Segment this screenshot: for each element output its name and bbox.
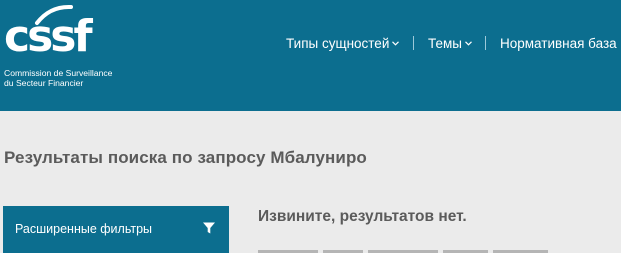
nav-item-label: Темы (428, 36, 462, 51)
page-title: Результаты поиска по запросу Мбалуниро (4, 148, 367, 167)
site-header: cssf Commission de Surveillance du Secte… (0, 0, 621, 111)
nav-item-regulatory-framework[interactable]: Нормативная база (500, 36, 617, 51)
no-results-message: Извините, результатов нет. (258, 208, 467, 225)
filter-icon (203, 222, 215, 234)
nav-item-label: Нормативная база (500, 36, 617, 51)
nav-item-entity-types[interactable]: Типы сущностей (286, 36, 400, 51)
logo-subtitle-line2: du Secteur Financier (4, 78, 84, 88)
advanced-filters-label: Расширенные фильтры (15, 222, 153, 236)
nav-item-topics[interactable]: Темы (428, 36, 472, 51)
nav-divider (413, 36, 414, 50)
advanced-filters-button[interactable]: Расширенные фильтры (3, 206, 229, 253)
clipped-text-line (258, 247, 558, 253)
chevron-down-icon (392, 41, 400, 46)
logo-wordmark: cssf (4, 11, 93, 62)
logo-subtitle-line1: Commission de Surveillance (4, 68, 113, 78)
nav-divider (485, 36, 486, 50)
logo-subtitle: Commission de Surveillance du Secteur Fi… (4, 68, 112, 88)
nav-item-label: Типы сущностей (286, 36, 390, 51)
cssf-logo[interactable]: cssf Commission de Surveillance du Secte… (3, 4, 123, 90)
chevron-down-icon (465, 41, 472, 46)
